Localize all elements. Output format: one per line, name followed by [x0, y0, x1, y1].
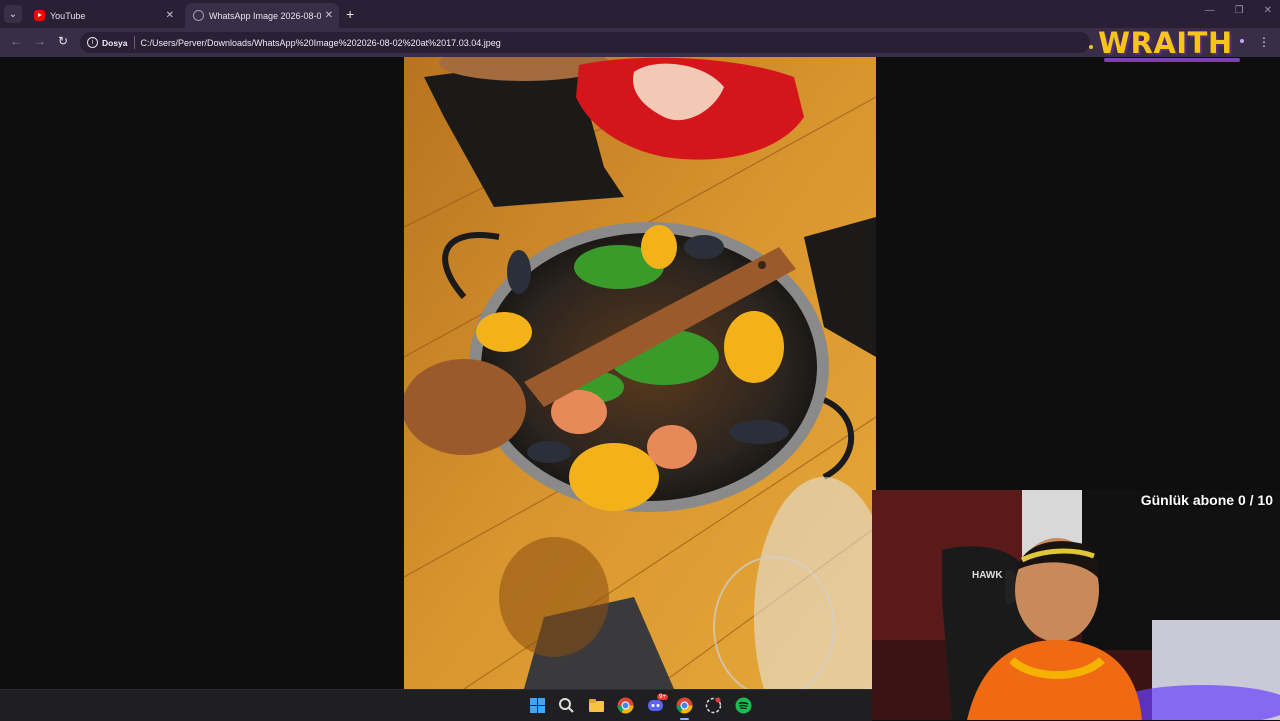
site-info-chip[interactable]: Dosya [102, 38, 128, 48]
new-tab-button[interactable]: + [346, 6, 354, 22]
url-text[interactable]: C:/Users/Perver/Downloads/WhatsApp%20Ima… [141, 38, 501, 48]
sparkle-icon [1240, 39, 1244, 43]
notification-badge: 9+ [657, 694, 668, 700]
reload-button[interactable]: ↻ [58, 34, 68, 48]
youtube-icon [34, 10, 45, 21]
forward-button[interactable]: → [34, 34, 46, 48]
spotify-icon[interactable] [735, 697, 752, 714]
minimize-icon[interactable]: — [1205, 5, 1215, 16]
daily-subscriber-counter: Günlük abone 0 / 10 [1140, 492, 1273, 508]
window-controls: — ❐ ✕ [1205, 5, 1272, 16]
chrome-active-icon[interactable] [676, 697, 693, 714]
close-window-icon[interactable]: ✕ [1264, 5, 1272, 16]
menu-icon[interactable]: ⋮ [1258, 35, 1270, 49]
chrome-icon[interactable] [617, 697, 634, 714]
tab-search-button[interactable]: ⌄ [4, 5, 22, 23]
app-icon[interactable] [705, 697, 722, 714]
tab-whatsapp-image[interactable]: WhatsApp Image 2026-08-02 a ✕ [185, 3, 339, 28]
close-icon[interactable]: ✕ [166, 10, 174, 21]
webcam-image: HAWK [872, 490, 1280, 720]
webcam-feed: HAWK [872, 490, 1280, 720]
chevron-down-icon: ⌄ [8, 8, 18, 20]
file-explorer-icon[interactable] [588, 697, 605, 714]
divider [133, 36, 135, 49]
close-icon[interactable]: ✕ [325, 10, 333, 21]
info-icon[interactable]: i [87, 37, 98, 48]
windows-start-icon[interactable] [529, 697, 546, 714]
search-icon[interactable] [558, 697, 575, 714]
tab-title: WhatsApp Image 2026-08-02 a [209, 10, 321, 21]
address-bar[interactable]: i Dosya C:/Users/Perver/Downloads/WhatsA… [80, 32, 1090, 53]
logo-underline [1104, 58, 1240, 62]
tab-youtube[interactable]: YouTube ✕ [26, 3, 180, 28]
back-button[interactable]: ← [10, 34, 22, 48]
sparkle-icon [1089, 45, 1093, 49]
globe-icon [193, 10, 204, 21]
paella-photo [404, 57, 876, 689]
maximize-icon[interactable]: ❐ [1235, 5, 1244, 16]
toolbar: ← → ↻ i Dosya C:/Users/Perver/Downloads/… [0, 28, 1280, 57]
stream-logo: WRAITH [1098, 26, 1233, 60]
svg-text:HAWK: HAWK [972, 570, 1003, 581]
tab-title: YouTube [50, 10, 86, 21]
viewed-image[interactable] [404, 57, 876, 689]
tab-strip: ⌄ YouTube ✕ WhatsApp Image 2026-08-02 a … [0, 0, 1280, 28]
taskbar: 9+ [0, 689, 872, 721]
